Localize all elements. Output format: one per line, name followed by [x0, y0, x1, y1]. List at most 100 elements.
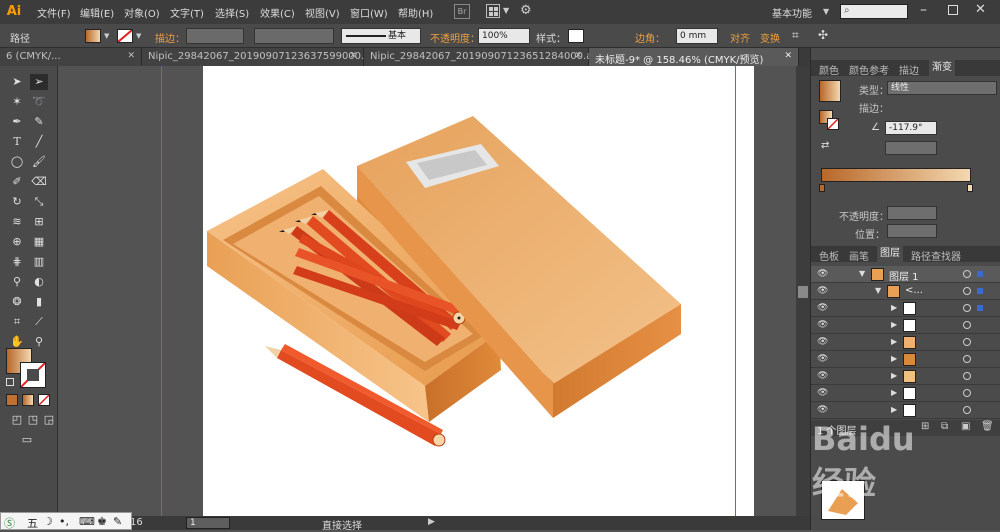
- stroke-color-box[interactable]: [20, 362, 46, 388]
- stroke-weight-field[interactable]: [186, 28, 244, 44]
- gradient-type-select[interactable]: 线性: [887, 81, 997, 95]
- type-tool-icon[interactable]: T: [8, 134, 26, 150]
- tab-document-4[interactable]: 未标题-9* @ 158.46% (CMYK/预览) ✕: [589, 48, 799, 66]
- target-circle-icon[interactable]: [963, 406, 971, 414]
- opacity-input[interactable]: 100%: [478, 28, 530, 44]
- ime-keyboard-icon[interactable]: ⌨: [79, 515, 95, 528]
- free-transform-icon[interactable]: ⊞: [30, 214, 48, 230]
- target-circle-icon[interactable]: [963, 270, 971, 278]
- visibility-eye-icon[interactable]: 👁: [817, 286, 829, 296]
- restore-icon[interactable]: [948, 5, 958, 15]
- layer-name[interactable]: 图层 1: [889, 268, 919, 283]
- target-circle-icon[interactable]: [963, 287, 971, 295]
- layer-row-item[interactable]: 👁 ▶: [811, 317, 1000, 334]
- menu-view[interactable]: 视图(V): [305, 5, 340, 20]
- make-clipping-mask-icon[interactable]: ▣: [961, 421, 970, 432]
- tab-color[interactable]: 颜色: [819, 62, 839, 77]
- style-swatch[interactable]: [568, 29, 584, 43]
- transform-link[interactable]: 变换: [760, 30, 780, 45]
- visibility-eye-icon[interactable]: 👁: [817, 269, 829, 279]
- perspective-grid-icon[interactable]: ▦: [30, 234, 48, 250]
- ellipse-tool-icon[interactable]: ◯: [8, 154, 26, 170]
- align-link[interactable]: 对齐: [730, 30, 750, 45]
- selection-tool-icon[interactable]: ➤: [8, 74, 26, 90]
- visibility-eye-icon[interactable]: 👁: [817, 354, 829, 364]
- selection-indicator[interactable]: [977, 271, 983, 277]
- expand-triangle-icon[interactable]: ▶: [891, 354, 897, 363]
- reverse-gradient-icon[interactable]: ⇄: [821, 140, 829, 151]
- menu-type[interactable]: 文字(T): [170, 5, 204, 20]
- corner-label[interactable]: 边角：: [635, 30, 665, 45]
- minimize-icon[interactable]: –: [920, 2, 927, 18]
- expand-triangle-icon[interactable]: ▼: [859, 269, 865, 278]
- ime-toolbar[interactable]: Ⓢ 五 ☽ •, ⌨ ♚ ✎: [0, 512, 132, 530]
- default-colors-icon[interactable]: [6, 378, 14, 386]
- line-tool-icon[interactable]: ╱: [30, 134, 48, 150]
- screen-mode-icon[interactable]: ▭: [18, 432, 36, 448]
- pencil-box-illustration[interactable]: [203, 66, 754, 516]
- fill-swatch[interactable]: [85, 29, 101, 43]
- ime-skin-icon[interactable]: ♚: [97, 515, 107, 528]
- menu-window[interactable]: 窗口(W): [350, 5, 388, 20]
- magic-wand-icon[interactable]: ✶: [8, 94, 26, 110]
- expand-triangle-icon[interactable]: ▶: [891, 303, 897, 312]
- layer-row-item[interactable]: 👁 ▶: [811, 334, 1000, 351]
- ime-punct-icon[interactable]: •,: [59, 515, 69, 528]
- tab-document-2[interactable]: Nipic_29842067_20190907123637599000.ai* …: [142, 48, 378, 66]
- target-circle-icon[interactable]: [963, 338, 971, 346]
- expand-triangle-icon[interactable]: ▶: [891, 337, 897, 346]
- gradient-tool-icon[interactable]: ▥: [30, 254, 48, 270]
- ime-moon-icon[interactable]: ☽: [43, 515, 53, 528]
- lasso-icon[interactable]: ➰: [30, 94, 48, 110]
- target-circle-icon[interactable]: [963, 389, 971, 397]
- artboard-number-input[interactable]: 1: [186, 517, 230, 529]
- new-sublayer-icon[interactable]: ⧉: [941, 421, 948, 432]
- aspect-ratio-input[interactable]: [885, 141, 937, 155]
- ime-settings-icon[interactable]: ✎: [113, 515, 122, 528]
- layer-row-group[interactable]: 👁 ▼ <...: [811, 283, 1000, 300]
- shaper-tool-icon[interactable]: ✐: [8, 174, 26, 190]
- tab-document-1[interactable]: 6 (CMYK/... ✕: [0, 48, 142, 66]
- menu-file[interactable]: 文件(F): [37, 5, 71, 20]
- color-mode-icon[interactable]: [6, 394, 18, 406]
- layer-row-item[interactable]: 👁 ▶: [811, 385, 1000, 402]
- layer-row-top[interactable]: 👁 ▼ 图层 1: [811, 266, 1000, 283]
- artboard-tool-icon[interactable]: ⌗: [8, 314, 26, 330]
- close-tab-icon[interactable]: ✕: [349, 51, 357, 61]
- visibility-eye-icon[interactable]: 👁: [817, 388, 829, 398]
- gradient-opacity-input[interactable]: [887, 206, 937, 220]
- blend-tool-icon[interactable]: ◐: [30, 274, 48, 290]
- corner-radius-input[interactable]: 0 mm: [676, 28, 718, 44]
- tab-pathfinder[interactable]: 路径查找器: [911, 248, 961, 263]
- layer-row-item[interactable]: 👁 ▶: [811, 402, 1000, 419]
- direct-selection-tool-icon[interactable]: ➢: [30, 74, 48, 90]
- menu-edit[interactable]: 编辑(E): [80, 5, 114, 20]
- target-circle-icon[interactable]: [963, 321, 971, 329]
- menu-select[interactable]: 选择(S): [215, 5, 249, 20]
- expand-triangle-icon[interactable]: ▶: [891, 405, 897, 414]
- column-graph-icon[interactable]: ▮: [30, 294, 48, 310]
- tab-gradient[interactable]: 渐变: [929, 60, 955, 76]
- curvature-tool-icon[interactable]: ✎: [30, 114, 48, 130]
- rotate-tool-icon[interactable]: ↻: [8, 194, 26, 210]
- gradient-stop-end[interactable]: [967, 184, 973, 192]
- symbol-sprayer-icon[interactable]: ❂: [8, 294, 26, 310]
- eyedropper-icon[interactable]: ⚲: [8, 274, 26, 290]
- tab-swatches[interactable]: 色板: [819, 248, 839, 263]
- warp-tool-icon[interactable]: ≋: [8, 214, 26, 230]
- gpu-performance-icon[interactable]: ⚙: [520, 3, 532, 18]
- fill-dropdown-icon[interactable]: ▼: [104, 32, 109, 40]
- tab-document-3[interactable]: Nipic_29842067_20190907123651284000.ai* …: [364, 48, 600, 66]
- visibility-eye-icon[interactable]: 👁: [817, 303, 829, 313]
- workspace-switcher[interactable]: 基本功能: [772, 5, 812, 20]
- workspace-dropdown-icon[interactable]: ▼: [823, 7, 829, 16]
- tab-color-guide[interactable]: 颜色参考: [849, 62, 889, 77]
- menu-effect[interactable]: 效果(C): [260, 5, 295, 20]
- variable-width-dropdown[interactable]: [254, 28, 334, 44]
- delete-layer-icon[interactable]: 🗑: [981, 421, 994, 432]
- expand-triangle-icon[interactable]: ▶: [891, 371, 897, 380]
- search-input[interactable]: ⌕: [840, 4, 908, 19]
- slice-tool-icon[interactable]: ⟋: [30, 314, 48, 330]
- pen-tool-icon[interactable]: ✒: [8, 114, 26, 130]
- layer-row-item[interactable]: 👁 ▶: [811, 368, 1000, 385]
